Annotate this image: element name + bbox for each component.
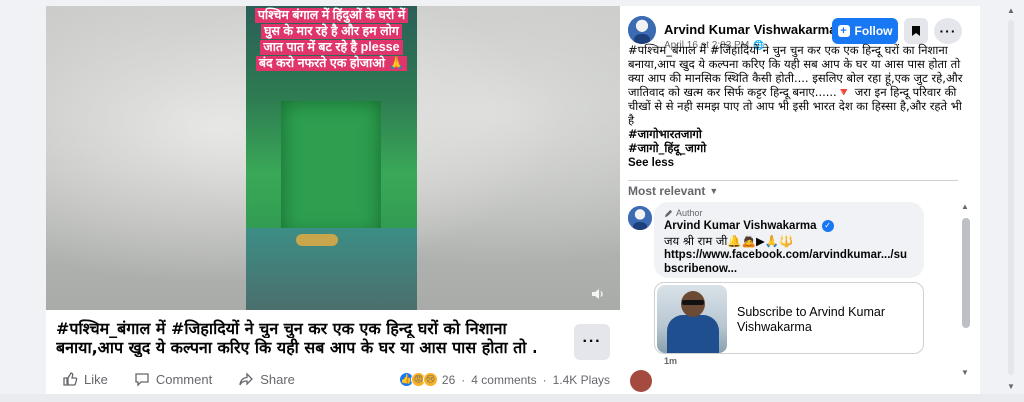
follow-label: Follow bbox=[854, 24, 893, 38]
video-frame[interactable]: पश्चिम बंगाल में हिंदुओं के घरो में घुस … bbox=[246, 6, 417, 310]
scroll-up-icon[interactable]: ▲ bbox=[961, 202, 969, 211]
like-button[interactable]: Like bbox=[62, 371, 108, 387]
author-badge: Author bbox=[664, 208, 703, 218]
post-stats: 👍 😡 😢 26 · 4 comments · 1.4K Plays bbox=[398, 372, 610, 387]
pen-icon bbox=[664, 209, 673, 217]
author-badge-label: Author bbox=[676, 208, 703, 218]
video-caption-line: जात पात में बट रहे है plesse bbox=[260, 40, 403, 55]
stats-separator: · bbox=[461, 372, 466, 387]
comment-label: Comment bbox=[155, 371, 213, 387]
scroll-down-icon[interactable]: ▼ bbox=[961, 368, 969, 377]
divider bbox=[628, 180, 958, 181]
save-button[interactable] bbox=[904, 18, 928, 44]
video-caption-line: घुस के मार रहे है और हम लोग bbox=[261, 24, 402, 39]
scroll-up-icon[interactable]: ▲ bbox=[1007, 6, 1015, 15]
author-avatar[interactable] bbox=[628, 16, 656, 44]
add-friend-icon: + bbox=[837, 25, 850, 37]
link-preview-title: Subscribe to Arvind Kumar Vishwakarma bbox=[737, 305, 885, 334]
comment-sort-dropdown[interactable]: Most relevant ▼ bbox=[628, 184, 718, 198]
share-button[interactable]: Share bbox=[238, 371, 295, 387]
link-preview-card[interactable]: Subscribe to Arvind Kumar Vishwakarma bbox=[654, 282, 924, 354]
comment-count[interactable]: 4 comments bbox=[471, 373, 536, 387]
post-card: पश्चिम बंगाल में हिंदुओं के घरो में घुस … bbox=[46, 6, 620, 394]
comment-bubble: Author Arvind Kumar Vishwakarma ✓ जय श्र… bbox=[654, 202, 924, 278]
post-body-line: है bbox=[628, 113, 635, 127]
comment-link[interactable]: https://www.facebook.com/arvindkumar.../… bbox=[664, 248, 914, 276]
like-label: Like bbox=[84, 371, 108, 387]
volume-icon[interactable] bbox=[590, 286, 606, 302]
page-bottom-strip bbox=[0, 394, 1024, 402]
comment-button[interactable]: Comment bbox=[134, 371, 212, 387]
post-body-line: चीखों से से नही समझ पाए तो आप भी इसी भार… bbox=[628, 99, 962, 113]
share-label: Share bbox=[260, 371, 295, 387]
author-name-text: Arvind Kumar Vishwakarma bbox=[664, 22, 837, 37]
scroll-down-icon[interactable]: ▼ bbox=[1007, 382, 1015, 391]
more-options-button[interactable]: ··· bbox=[934, 18, 962, 44]
comment-timestamp[interactable]: 1m bbox=[664, 356, 677, 366]
bookmark-icon bbox=[912, 26, 920, 36]
hashtag-link[interactable]: #जागोभारतजागो bbox=[628, 127, 966, 141]
follow-button[interactable]: + Follow bbox=[832, 18, 898, 44]
link-preview-thumbnail bbox=[657, 285, 727, 353]
post-actions: Like Comment Share bbox=[62, 371, 321, 387]
comment-text: जय श्री राम जी🔔🙇▶🙏🔱 bbox=[664, 234, 794, 248]
post-details-panel: Arvind Kumar Vishwakarma ✓ April 16 at 2… bbox=[620, 6, 980, 394]
post-text-line: #पश्चिम_बंगाल में #जिहादियों ने चुन चुन … bbox=[56, 319, 507, 338]
stats-separator: · bbox=[542, 372, 547, 387]
hashtag-link[interactable]: #जागो_हिंदू_जागो bbox=[628, 141, 966, 155]
commenter-name[interactable]: Arvind Kumar Vishwakarma ✓ bbox=[664, 220, 834, 232]
video-caption: पश्चिम बंगाल में हिंदुओं के घरो में घुस … bbox=[248, 8, 415, 72]
comments-scrollbar[interactable]: ▲ ▼ bbox=[960, 202, 972, 382]
scrollbar-thumb[interactable] bbox=[1008, 20, 1014, 375]
verified-icon: ✓ bbox=[821, 220, 834, 232]
video-player[interactable]: पश्चिम बंगाल में हिंदुओं के घरो में घुस … bbox=[46, 6, 620, 310]
share-icon bbox=[239, 372, 254, 386]
video-caption-line: पश्चिम बंगाल में हिंदुओं के घरो में bbox=[254, 8, 409, 23]
sad-reaction-icon: 😢 bbox=[422, 372, 438, 387]
video-scene-door bbox=[281, 101, 381, 236]
post-body-line: जातिवाद को खत्म कर सिर्फ कट्टर हिन्दू बन… bbox=[628, 85, 957, 99]
post-text-line: बनाया,आप खुद ये कल्पना करिए कि यही सब आप… bbox=[56, 338, 536, 357]
more-options-button[interactable]: ··· bbox=[574, 324, 610, 360]
comment-sort-label: Most relevant bbox=[628, 184, 706, 198]
post-body: #पश्चिम_बंगाल में #जिहादियों ने चुन चुन … bbox=[628, 43, 966, 170]
next-commenter-avatar[interactable] bbox=[630, 370, 652, 392]
chevron-down-icon: ▼ bbox=[709, 186, 719, 196]
reaction-icons[interactable]: 👍 😡 😢 bbox=[398, 372, 438, 387]
scrollbar-thumb[interactable] bbox=[962, 218, 970, 328]
commenter-name-text: Arvind Kumar Vishwakarma bbox=[664, 220, 817, 232]
thumbs-up-icon bbox=[63, 372, 78, 386]
reaction-count[interactable]: 26 bbox=[442, 373, 455, 387]
post-body-line: क्या आप की मानसिक स्थिति कैसी होती.... इ… bbox=[628, 71, 963, 85]
commenter-avatar[interactable] bbox=[628, 206, 652, 230]
page-scrollbar[interactable]: ▲ ▼ bbox=[1004, 6, 1018, 394]
comment-icon bbox=[135, 373, 149, 387]
post-text: #पश्चिम_बंगाल में #जिहादियों ने चुन चुन … bbox=[56, 319, 536, 357]
post-body-line: #पश्चिम_बंगाल में #जिहादियों ने चुन चुन … bbox=[628, 43, 948, 57]
play-count: 1.4K Plays bbox=[552, 372, 610, 387]
video-caption-line: बंद करो नफरते एक होजाओ 🙏 bbox=[255, 56, 408, 71]
video-scene-spot bbox=[296, 234, 338, 246]
author-name[interactable]: Arvind Kumar Vishwakarma ✓ bbox=[664, 22, 854, 37]
post-body-line: बनाया,आप खुद ये कल्पना करिए कि यही सब आप… bbox=[628, 57, 961, 71]
see-less-link[interactable]: See less bbox=[628, 156, 966, 170]
